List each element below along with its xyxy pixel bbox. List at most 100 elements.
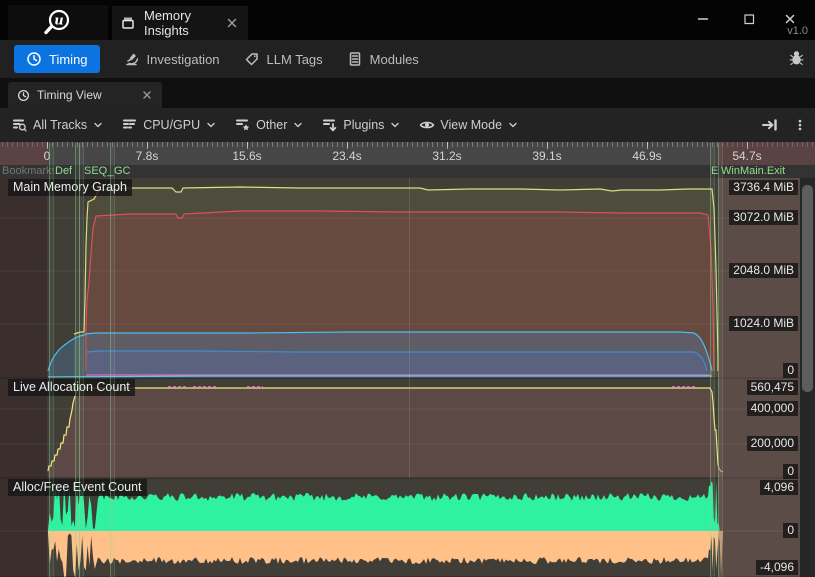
timing-marker-gc[interactable]: GC [114,165,131,178]
major-tick [647,142,648,149]
track-filter-cpu-gpu[interactable]: CPU/GPU [122,117,217,133]
timing-marker-seq-[interactable]: SEQ_ [84,165,113,178]
track-filter-label: Plugins [343,118,384,132]
tick-label: 23.4s [332,149,361,163]
memory-chip-icon [120,15,136,31]
tick-label: 31.2s [432,149,461,163]
major-tick [747,142,748,149]
timing-marker-bookmarks[interactable]: Bookmarks [2,165,54,178]
view-tab-label: Timing View [37,88,102,102]
memory-insights-window: u Memory Insights v1.0 Timing Investigati… [0,0,815,577]
timing-marker-winmain-exit[interactable]: WinMain.Exit [721,165,785,178]
filter-arrow-icon [322,117,338,133]
tick-label: 46.9s [632,149,661,163]
main-toolbar: Timing Investigation LLM Tags Modules [0,40,815,78]
axis-value-label: 560,475 [747,380,798,395]
debug-bug-icon[interactable] [788,50,805,67]
axis-value-label: 0 [783,523,798,538]
track-filter-label: Other [256,118,287,132]
close-view-tab-icon[interactable] [141,89,153,101]
titlebar: u Memory Insights v1.0 [0,0,815,40]
major-tick [47,142,48,149]
vertical-scrollbar[interactable] [800,178,815,577]
scrollbar-thumb[interactable] [802,185,813,392]
axis-value-label: 0 [783,363,798,378]
chevron-down-icon [205,119,217,131]
track-filter-view-mode[interactable]: View Mode [419,117,519,133]
toolbar-item-llm-tags[interactable]: LLM Tags [244,45,323,73]
toolbar-item-modules[interactable]: Modules [347,45,419,73]
minimize-button[interactable] [687,6,719,32]
track-filter-plugins[interactable]: Plugins [322,117,401,133]
out-of-session-tint [0,142,47,165]
clock-icon [26,51,42,67]
timing-markers-row[interactable]: BookmarksDef SEQ_GC EWinMain.Exit [0,165,815,178]
timeline-tracks[interactable] [0,178,800,577]
close-tab-icon[interactable] [224,15,240,31]
out-of-session-overlay [0,178,47,577]
blue-memory-area [86,351,707,378]
track-filter-label: All Tracks [33,118,87,132]
axis-value-label: 3736.4 MiB [729,180,798,195]
major-tick [547,142,548,149]
clock-icon [17,89,30,102]
filter-search-icon [12,117,28,133]
chevron-down-icon [389,119,401,131]
tick-label: 39.1s [532,149,561,163]
tick-label: 7.8s [136,149,159,163]
axis-value-label: 1024.0 MiB [729,316,798,331]
timing-marker-e[interactable]: E [711,165,718,178]
axis-value-label: 2048.0 MiB [729,263,798,278]
view-tab-bar: Timing View [0,78,815,108]
major-tick [247,142,248,149]
timing-marker-def[interactable]: Def [55,165,72,178]
track-filter-label: View Mode [440,118,502,132]
tab-timing-view[interactable]: Timing View [8,82,162,108]
track-name-alloc-free-event-count[interactable]: Alloc/Free Event Count [8,479,147,496]
tag-icon [244,51,260,67]
maximize-button[interactable] [733,6,765,32]
track-name-main-memory-graph[interactable]: Main Memory Graph [8,179,132,196]
live-alloc-count-area [48,388,723,478]
track-toolbar: All Tracks CPU/GPU Other Plugins View Mode [0,108,815,142]
axis-value-label: -4,096 [756,560,798,575]
minor-ticks [2,142,815,147]
major-tick [147,142,148,149]
toolbar-item-timing[interactable]: Timing [14,45,100,73]
jump-to-end-icon[interactable] [761,117,779,133]
more-options-icon[interactable] [793,117,807,133]
version-label: v1.0 [787,25,808,37]
tick-label: 54.7s [732,149,761,163]
chevron-down-icon [292,119,304,131]
unreal-insights-magnifier-icon: u [41,8,75,38]
filter-star-icon [235,117,251,133]
axis-value-label: 400,000 [747,401,798,416]
toolbar-item-label: Modules [370,52,419,67]
major-tick [447,142,448,149]
track-filter-all-tracks[interactable]: All Tracks [12,117,104,133]
major-tick [347,142,348,149]
axis-value-label: 4,096 [760,480,798,495]
tab-memory-insights[interactable]: Memory Insights [112,6,248,40]
axis-value-label: 200,000 [747,436,798,451]
axis-value-label: 0 [783,464,798,479]
document-icon [347,51,363,67]
unreal-insights-logo[interactable]: u [8,5,108,40]
filter-icon [122,117,138,133]
microscope-icon [124,51,140,67]
tick-label: 15.6s [232,149,261,163]
toolbar-item-label: LLM Tags [267,52,323,67]
tick-label: 0 [44,149,51,163]
toolbar-item-investigation[interactable]: Investigation [124,45,220,73]
eye-icon [419,117,435,133]
time-ruler[interactable]: 0 7.8s 15.6s 23.4s 31.2s 39.1s 46.9s 54.7s [0,142,815,165]
toolbar-item-label: Timing [49,52,88,67]
axis-value-label: 3072.0 MiB [729,210,798,225]
toolbar-item-label: Investigation [147,52,220,67]
track-filter-other[interactable]: Other [235,117,304,133]
tracks-graph[interactable] [0,178,800,577]
track-name-live-allocation-count[interactable]: Live Allocation Count [8,379,135,396]
doc-tab-label: Memory Insights [144,8,216,38]
track-filter-label: CPU/GPU [143,118,200,132]
chevron-down-icon [92,119,104,131]
